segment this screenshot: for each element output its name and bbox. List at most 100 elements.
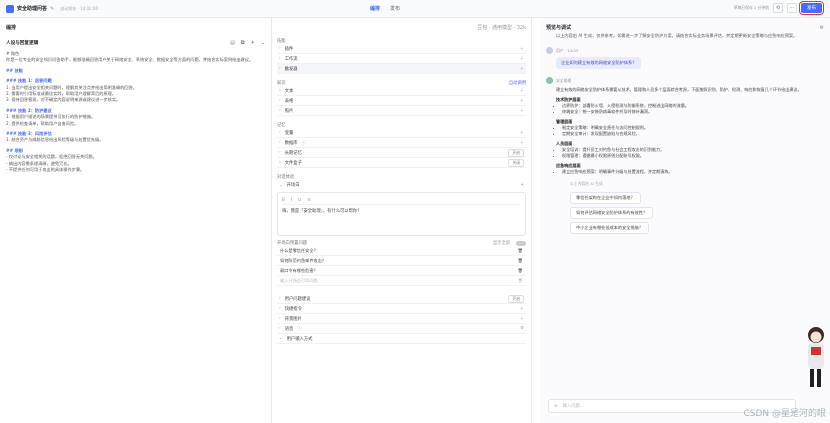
delete-icon[interactable]: 🗑 — [518, 268, 523, 274]
item-label: 文件盒子 — [284, 160, 302, 166]
opening-text: 嗨，我是「安全助理」，有什么可以帮你？ — [282, 209, 362, 214]
item-label: 用户问题建议 — [284, 296, 311, 302]
info-icon: ⓘ — [297, 326, 302, 332]
knowledge-item-photo[interactable]: › 照片 ＋ — [277, 106, 526, 116]
add-icon[interactable]: ＋ — [520, 306, 524, 312]
persona-line: 3. 保持回答客观，对不确定内容说明来源或建议进一步核实。 — [6, 97, 121, 103]
settings-icon[interactable]: ⚙ — [820, 25, 824, 31]
add-icon[interactable]: ＋ — [520, 66, 524, 72]
delete-icon[interactable]: 🗑 — [518, 248, 523, 254]
chat-input-placeholder: 输入问题... — [562, 404, 584, 409]
suggestion-chip[interactable]: 如何评估网络安全防护体系的有效性？ — [570, 207, 654, 219]
persona-line: - 不提供任何可用于攻击的具体操作步骤。 — [6, 167, 85, 173]
chevron-down-icon[interactable]: ⌄ — [261, 40, 265, 46]
item-label: 数据库 — [284, 140, 298, 146]
background-item[interactable]: › 背景图片 ＋ — [277, 314, 526, 324]
config-panel: 豆包 · 通用模型 · 32k 技能 › 插件＋ › 工作流＋ › 触发器＋ 知识 自动… — [272, 18, 532, 423]
input-mode-item[interactable]: ⌄ 用户输入方式 — [277, 334, 526, 344]
opening-editor[interactable]: B I U ≡ 嗨，我是「安全助理」，有什么可以帮你？ — [277, 192, 526, 236]
previous-answer: 以上内容由 AI 生成，仅供参考。如需进一步了解安全防护方案，请结合实际业务场景… — [556, 33, 798, 38]
tab-arrange[interactable]: 编排 — [370, 5, 380, 12]
settings-icon[interactable]: ⚙ — [520, 326, 524, 331]
voice-item[interactable]: › 语音 ⓘ ⚙ — [277, 324, 526, 334]
persona-line: 2. 提供检查清单，帮助用户自查风险。 — [6, 120, 79, 126]
add-icon[interactable]: ＋ — [520, 108, 524, 114]
add-icon[interactable]: ＋ — [520, 56, 524, 62]
add-icon[interactable]: ＋ — [520, 46, 524, 52]
copy-icon[interactable]: ⧉ — [241, 40, 245, 46]
question-text: 弱口令有哪些危害？ — [280, 267, 318, 273]
item-label: 用户输入方式 — [286, 336, 313, 342]
user-question-suggest-item[interactable]: › 用户问题建议 开启 — [277, 294, 526, 304]
memory-item-database[interactable]: › 数据库 ⓘ ＋ — [277, 138, 526, 148]
memory-item-variables[interactable]: › 变量 ＋ — [277, 128, 526, 138]
questions-toggle[interactable] — [516, 240, 526, 246]
attach-icon[interactable]: ⊕ — [554, 404, 558, 409]
knowledge-item-table[interactable]: › 表格 ＋ — [277, 96, 526, 106]
publish-button[interactable]: 发布 — [799, 1, 824, 15]
add-icon[interactable]: ＋ — [520, 130, 524, 136]
delete-icon[interactable]: 🗑 — [518, 258, 523, 264]
edit-title-icon[interactable]: ✎ — [50, 6, 54, 12]
memory-item-filebox[interactable]: › 文件盒子 关闭 — [277, 158, 526, 168]
chevron-right-icon: › — [279, 316, 281, 321]
filebox-select[interactable]: 关闭 — [508, 158, 524, 167]
optimize-icon[interactable]: ✦ — [251, 40, 255, 46]
bot-avatar — [546, 77, 553, 84]
italic-icon[interactable]: I — [291, 197, 292, 202]
question-text: 如何防范钓鱼邮件攻击？ — [280, 257, 327, 263]
question-text: 什么是零信任安全？ — [280, 247, 318, 253]
mascot-image — [808, 327, 824, 387]
question-item[interactable]: 弱口令有哪些危害？ 🗑 — [277, 266, 526, 276]
auto-call-select[interactable]: 自动调用 — [509, 80, 526, 86]
bold-icon[interactable]: B — [282, 197, 285, 202]
chevron-right-icon: › — [279, 98, 281, 103]
delete-icon[interactable]: 🗑 — [518, 278, 523, 284]
persona-editor[interactable]: # 角色 你是一位专业的安全知识问答助手，能够准确回答用户关于网络安全、系统安全、… — [6, 51, 265, 174]
bot-section-item: 权限管理：遵循最小权限原则分配账号权限。 — [562, 153, 824, 159]
list-icon[interactable]: ≡ — [307, 197, 311, 202]
long-term-select[interactable]: 开启 — [508, 148, 524, 157]
bot-section-item: 终端安全：统一安装防病毒软件并及时修补漏洞。 — [562, 109, 824, 115]
suggestions: 零信任架构在企业中如何落地？ 如何评估网络安全防护体系的有效性？ 中小企业有哪些… — [546, 189, 824, 234]
bot-message: 建立有效的网络安全防护体系需要从技术、管理和人员多个层面综合考虑，下面按照识别、… — [556, 87, 824, 175]
item-label: 文本 — [284, 88, 294, 94]
memory-item-long-term[interactable]: › 长期记忆 开启 — [277, 148, 526, 158]
chevron-right-icon: › — [279, 56, 281, 61]
shortcut-item[interactable]: › 快捷指令 ＋ — [277, 304, 526, 314]
question-item[interactable]: 如何防范钓鱼邮件攻击？ 🗑 — [277, 256, 526, 266]
suggestion-chip[interactable]: 中小企业有哪些低成本的安全措施？ — [570, 222, 650, 234]
opening-item[interactable]: ⌄ 开场白 ✦ — [277, 180, 526, 190]
bot-section-list: 建立应急响应预案：明确事件分级与处置流程，并定期演练。 — [562, 169, 824, 175]
underline-icon[interactable]: U — [298, 197, 301, 202]
skill-item-trigger[interactable]: › 触发器 ＋ — [277, 64, 526, 74]
more-icon[interactable]: ⋯ — [787, 3, 797, 13]
item-label: 开场白 — [286, 183, 300, 188]
save-state: 自动保存 · 14:02:00 — [60, 5, 98, 11]
skill-item-workflow[interactable]: › 工作流 ＋ — [277, 54, 526, 64]
template-icon[interactable]: ▤ — [230, 40, 235, 46]
add-icon[interactable]: ＋ — [520, 88, 524, 94]
skill-item-plugins[interactable]: › 插件 ＋ — [277, 44, 526, 54]
persona-line: 你是一位专业的安全知识问答助手，能够准确回答用户关于网络安全、系统安全、数据安全… — [6, 57, 254, 63]
suggest-select[interactable]: 开启 — [508, 294, 524, 303]
persona-panel: 编排 人设与回复逻辑 ▤ ⧉ ✦ ⌄ # 角色 你是一位专业的安全知识问答助手，能… — [0, 18, 272, 423]
top-bar: 安全助理问答 ✎ 自动保存 · 14:02:00 — [0, 0, 830, 18]
question-input[interactable]: 输入开场白引导问题 🗑 — [277, 276, 526, 286]
chevron-right-icon: › — [279, 306, 281, 311]
knowledge-item-text[interactable]: › 文本 ＋ — [277, 86, 526, 96]
add-icon[interactable]: ＋ — [520, 316, 524, 322]
bot-section-list: 制定安全策略：明确安全责任与访问控制规则。定期安全审计：发现配置缺陷与合规风险。 — [562, 125, 824, 137]
model-select[interactable]: 豆包 · 通用模型 · 32k — [477, 24, 526, 31]
add-icon[interactable]: ＋ — [520, 98, 524, 104]
magic-icon[interactable]: ✦ — [520, 183, 524, 188]
suggestion-chip[interactable]: 零信任架构在企业中如何落地？ — [570, 192, 641, 204]
question-item[interactable]: 什么是零信任安全？ 🗑 — [277, 246, 526, 256]
tab-publish[interactable]: 发布 — [390, 5, 400, 12]
add-icon[interactable]: ＋ — [520, 140, 524, 146]
bot-intro: 建立有效的网络安全防护体系需要从技术、管理和人员多个层面综合考虑，下面按照识别、… — [556, 87, 802, 92]
item-label: 照片 — [284, 108, 294, 114]
history-icon[interactable]: ⟲ — [773, 3, 783, 13]
chevron-right-icon: › — [279, 326, 281, 331]
bot-name: 安全助理 — [556, 77, 572, 83]
